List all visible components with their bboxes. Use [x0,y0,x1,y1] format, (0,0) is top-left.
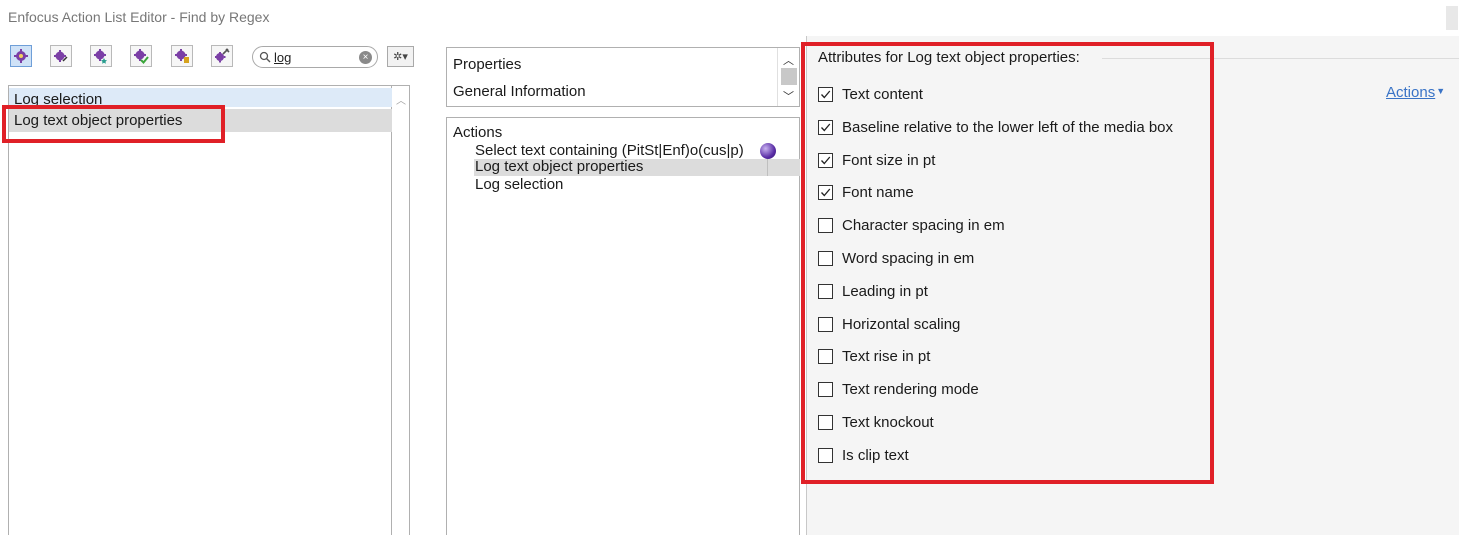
actions-tools-button[interactable] [211,45,233,67]
scroll-up-icon[interactable]: ︿ [783,52,794,68]
actions-favorites-button[interactable] [90,45,112,67]
actions-header: Actions [453,124,503,141]
actions-all-icon [14,49,28,63]
column-divider [767,159,768,176]
actions-fix-icon [175,49,189,63]
properties-item[interactable]: Properties [453,56,521,73]
actions-fix-button[interactable] [171,45,193,67]
clear-search-icon[interactable]: × [359,51,372,64]
search-icon [259,51,271,63]
search-box[interactable]: × [252,46,378,68]
window-edge-grip [1446,6,1458,30]
actions-all-button[interactable] [10,45,32,67]
gear-dropdown-icon: ✲▾ [393,51,408,63]
search-input[interactable] [274,49,348,65]
window-title: Enfocus Action List Editor - Find by Reg… [8,9,270,25]
actions-check-button[interactable] [130,45,152,67]
actions-favorites-icon [94,49,107,64]
actions-edit-button[interactable] [50,45,72,67]
actions-menu-link[interactable]: Actions▼ [1386,84,1445,101]
options-menu-button[interactable]: ✲▾ [387,46,414,67]
properties-scrollbar[interactable]: ︿ ﹀ [777,48,799,106]
actions-check-icon [134,49,149,64]
actions-tools-icon [215,48,230,63]
action-item[interactable]: Log selection [475,177,563,193]
title-bar: Enfocus Action List Editor - Find by Reg… [0,0,1459,36]
action-search-results-list: Log selection Log text object properties [8,85,392,535]
action-item[interactable]: Select text containing (PitSt|Enf)o(cus|… [475,143,744,159]
scroll-thumb[interactable] [781,68,797,85]
actions-edit-icon [54,50,68,62]
properties-panel: Properties General Information ︿ ﹀ [446,47,800,107]
actions-panel: Actions Select text containing (PitSt|En… [446,117,800,535]
highlight-box [801,42,1214,484]
status-orb-icon [760,143,776,159]
dropdown-arrow-icon: ▼ [1436,86,1446,96]
highlight-box [2,105,225,143]
scroll-up-icon[interactable]: ︿ [396,92,406,107]
general-information-item[interactable]: General Information [453,83,586,100]
left-list-scrollbar[interactable]: ︿ [392,85,410,535]
action-item-selected[interactable]: Log text object properties [474,159,800,176]
scroll-down-icon[interactable]: ﹀ [783,88,794,104]
